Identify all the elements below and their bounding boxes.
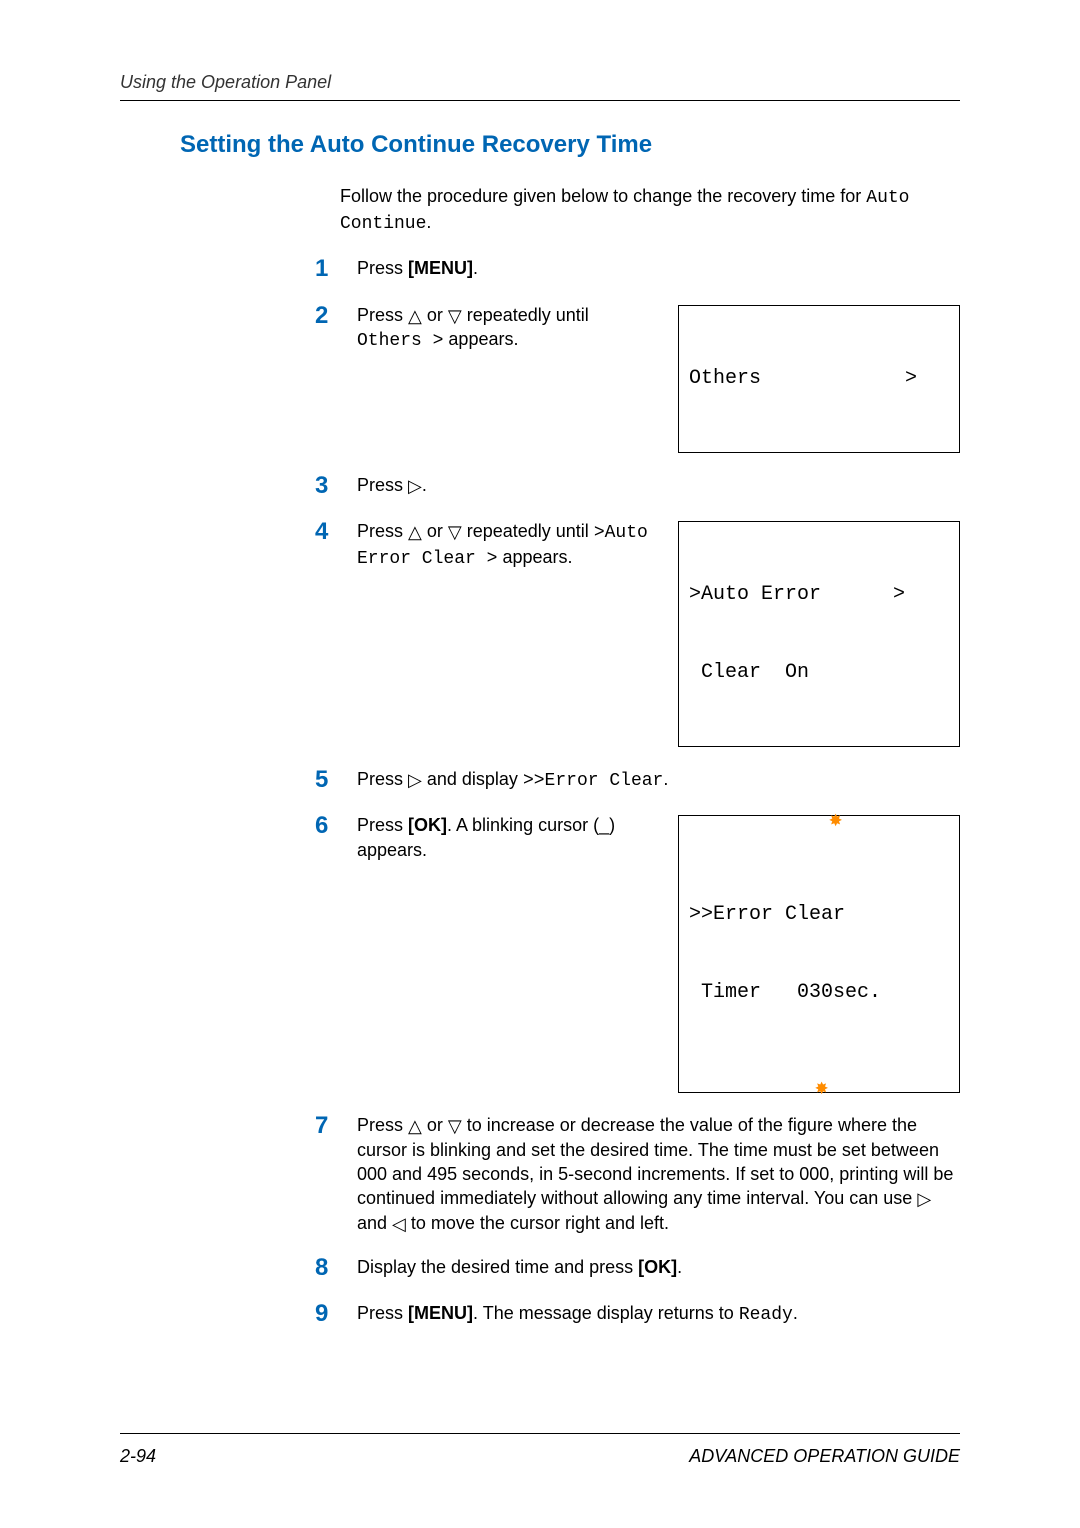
menu-key-label: [MENU] bbox=[408, 1303, 473, 1323]
text: and display bbox=[422, 769, 523, 789]
step-text: Press ▷. bbox=[357, 473, 960, 497]
mono-text: >>Error Clear bbox=[523, 771, 663, 791]
text: appears. bbox=[497, 547, 572, 567]
text: Press bbox=[357, 521, 408, 541]
up-triangle-icon: △ bbox=[408, 520, 422, 544]
text: or bbox=[422, 305, 448, 325]
step-4: 4 Press △ or ▽ repeatedly until >Auto Er… bbox=[315, 519, 960, 747]
up-triangle-icon: △ bbox=[408, 1114, 422, 1138]
lcd-display: >Auto Error > Clear On bbox=[678, 521, 960, 747]
step-1: 1 Press [MENU]. bbox=[315, 256, 960, 282]
guide-label: ADVANCED OPERATION GUIDE bbox=[689, 1444, 960, 1468]
down-triangle-icon: ▽ bbox=[448, 520, 462, 544]
page: Using the Operation Panel Setting the Au… bbox=[0, 0, 1080, 1528]
step-number: 2 bbox=[315, 303, 343, 329]
text: Display the desired time and press bbox=[357, 1257, 638, 1277]
lcd-display: Others > bbox=[678, 305, 960, 453]
blink-star-icon: ✸ bbox=[829, 810, 842, 832]
intro-text: Follow the procedure given below to chan… bbox=[340, 186, 866, 206]
lcd-line: Timer 030sec. bbox=[689, 980, 949, 1006]
up-triangle-icon: △ bbox=[408, 304, 422, 328]
text: . The message display returns to bbox=[473, 1303, 739, 1323]
blink-star-icon: ✸ bbox=[815, 1078, 828, 1100]
step-text: Press [MENU]. The message display return… bbox=[357, 1301, 960, 1327]
page-footer: 2-94 ADVANCED OPERATION GUIDE bbox=[120, 1433, 960, 1468]
steps-list: 1 Press [MENU]. 2 Press △ or ▽ repeatedl… bbox=[315, 256, 960, 1327]
text: Press bbox=[357, 1303, 408, 1323]
section-title: Setting the Auto Continue Recovery Time bbox=[180, 129, 960, 161]
lcd-display: ✸ >>Error Clear Timer 030sec. ✸ bbox=[678, 815, 960, 1093]
right-triangle-icon: ▷ bbox=[917, 1187, 931, 1211]
lcd-line: Clear On bbox=[689, 660, 949, 686]
down-triangle-icon: ▽ bbox=[448, 1114, 462, 1138]
text: repeatedly until bbox=[462, 521, 594, 541]
page-number: 2-94 bbox=[120, 1444, 156, 1468]
step-6: 6 Press [OK]. A blinking cursor (_) appe… bbox=[315, 813, 960, 1093]
top-rule bbox=[120, 100, 960, 101]
right-triangle-icon: ▷ bbox=[408, 768, 422, 792]
lcd-line: >>Error Clear bbox=[689, 902, 949, 928]
step-7: 7 Press △ or ▽ to increase or decrease t… bbox=[315, 1113, 960, 1234]
text: . bbox=[422, 475, 427, 495]
step-text: Press △ or ▽ repeatedly until Others > a… bbox=[357, 303, 658, 354]
step-2: 2 Press △ or ▽ repeatedly until Others >… bbox=[315, 303, 960, 453]
ok-key-label: [OK] bbox=[638, 1257, 677, 1277]
step-text: Press △ or ▽ repeatedly until >Auto Erro… bbox=[357, 519, 658, 572]
step-number: 7 bbox=[315, 1113, 343, 1139]
right-triangle-icon: ▷ bbox=[408, 474, 422, 498]
menu-key-label: [MENU] bbox=[408, 258, 473, 278]
down-triangle-icon: ▽ bbox=[448, 304, 462, 328]
step-number: 3 bbox=[315, 473, 343, 499]
text: Press bbox=[357, 769, 408, 789]
step-9: 9 Press [MENU]. The message display retu… bbox=[315, 1301, 960, 1327]
step-number: 1 bbox=[315, 256, 343, 282]
lcd-line: >Auto Error > bbox=[689, 582, 949, 608]
step-3: 3 Press ▷. bbox=[315, 473, 960, 499]
lcd-line: Others > bbox=[689, 366, 949, 392]
text: Press bbox=[357, 815, 408, 835]
intro-period: . bbox=[426, 212, 431, 232]
text: or bbox=[422, 1115, 448, 1135]
text: repeatedly until bbox=[462, 305, 589, 325]
running-header: Using the Operation Panel bbox=[120, 70, 960, 94]
step-text: Press [MENU]. bbox=[357, 256, 960, 280]
mono-text: Ready bbox=[739, 1305, 793, 1325]
step-8: 8 Display the desired time and press [OK… bbox=[315, 1255, 960, 1281]
mono-text: Others > bbox=[357, 331, 443, 351]
step-5: 5 Press ▷ and display >>Error Clear. bbox=[315, 767, 960, 793]
text: Press bbox=[357, 1115, 408, 1135]
text: Press bbox=[357, 305, 408, 325]
step-text: Press [OK]. A blinking cursor (_) appear… bbox=[357, 813, 658, 862]
left-triangle-icon: ◁ bbox=[392, 1212, 406, 1236]
intro-paragraph: Follow the procedure given below to chan… bbox=[340, 184, 960, 237]
step-number: 9 bbox=[315, 1301, 343, 1327]
step-number: 6 bbox=[315, 813, 343, 839]
text: . bbox=[793, 1303, 798, 1323]
ok-key-label: [OK] bbox=[408, 815, 447, 835]
step-number: 4 bbox=[315, 519, 343, 545]
text: or bbox=[422, 521, 448, 541]
step-number: 5 bbox=[315, 767, 343, 793]
step-text: Press △ or ▽ to increase or decrease the… bbox=[357, 1113, 960, 1234]
text: . bbox=[663, 769, 668, 789]
text: and bbox=[357, 1213, 392, 1233]
text: Press bbox=[357, 258, 408, 278]
step-text: Press ▷ and display >>Error Clear. bbox=[357, 767, 960, 793]
text: . bbox=[473, 258, 478, 278]
step-text: Display the desired time and press [OK]. bbox=[357, 1255, 960, 1279]
text: . bbox=[677, 1257, 682, 1277]
text: to move the cursor right and left. bbox=[406, 1213, 669, 1233]
bottom-rule bbox=[120, 1433, 960, 1434]
text: appears. bbox=[443, 329, 518, 349]
text: Press bbox=[357, 475, 408, 495]
step-number: 8 bbox=[315, 1255, 343, 1281]
